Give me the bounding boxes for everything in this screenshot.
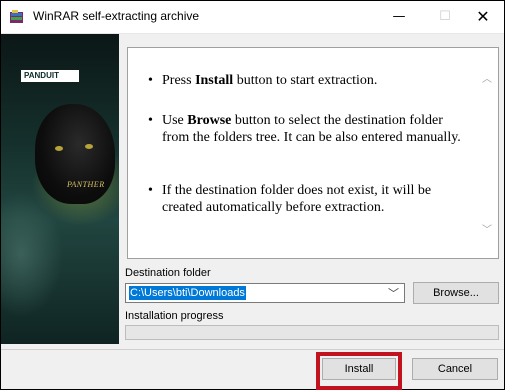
scroll-down-icon[interactable]: ﹀ bbox=[482, 221, 492, 236]
cancel-button[interactable]: Cancel bbox=[412, 358, 498, 380]
installation-progress-label: Installation progress bbox=[125, 310, 224, 322]
destination-folder-label: Destination folder bbox=[125, 267, 211, 279]
installation-progress-bar bbox=[125, 325, 499, 340]
destination-folder-combobox[interactable]: C:\Users\bti\Downloads ﹀ bbox=[125, 283, 405, 303]
panther-image bbox=[35, 104, 115, 204]
winrar-sfx-window: WinRAR self-extracting archive — ☐ ✕ PAN… bbox=[0, 0, 505, 390]
destination-folder-value[interactable]: C:\Users\bti\Downloads bbox=[129, 286, 246, 300]
window-title: WinRAR self-extracting archive bbox=[33, 9, 200, 23]
panther-eye-left bbox=[55, 146, 63, 151]
browse-button[interactable]: Browse... bbox=[413, 282, 499, 304]
title-bar[interactable]: WinRAR self-extracting archive — ☐ ✕ bbox=[1, 1, 504, 34]
minimize-button[interactable]: — bbox=[376, 1, 422, 33]
close-button[interactable]: ✕ bbox=[460, 1, 506, 33]
chevron-down-icon[interactable]: ﹀ bbox=[388, 285, 399, 301]
panther-eye-right bbox=[85, 144, 93, 149]
install-button[interactable]: Install bbox=[322, 358, 396, 380]
panduit-panther-banner: PANDUIT PANTHER bbox=[1, 34, 119, 344]
footer-divider bbox=[1, 349, 504, 350]
instruction-destination: If the destination folder does not exist… bbox=[148, 182, 462, 216]
scroll-up-icon[interactable]: ︿ bbox=[482, 70, 492, 85]
panther-caption: PANTHER bbox=[67, 180, 105, 189]
instruction-install: Press Install button to start extraction… bbox=[148, 72, 462, 89]
instructions-box: Press Install button to start extraction… bbox=[127, 47, 499, 259]
panduit-logo: PANDUIT bbox=[21, 70, 79, 82]
winrar-app-icon bbox=[10, 10, 23, 23]
instruction-browse: Use Browse button to select the destinat… bbox=[148, 112, 462, 146]
